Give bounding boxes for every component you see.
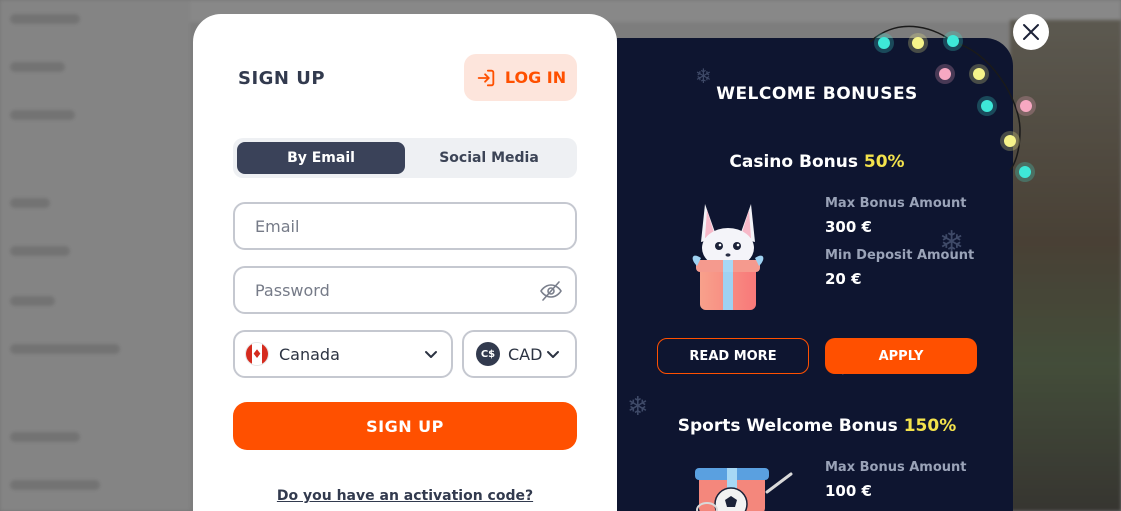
login-button[interactable]: LOG IN (464, 54, 577, 101)
fox-gift-illustration (692, 204, 764, 310)
email-field[interactable] (255, 216, 555, 236)
currency-value: CAD (508, 344, 543, 364)
signup-button[interactable]: SIGN UP (233, 402, 577, 450)
login-icon (477, 69, 495, 86)
chevron-down-icon (425, 351, 437, 358)
casino-min-value: 20 € (825, 270, 862, 288)
tab-social-media[interactable]: Social Media (405, 142, 573, 174)
close-icon (1023, 24, 1039, 40)
sports-bonus-percent: 150% (903, 416, 957, 436)
close-button[interactable] (1013, 14, 1049, 50)
sports-gift-illustration (695, 468, 793, 511)
chevron-down-icon (547, 351, 559, 358)
apply-button[interactable]: APPLY (825, 338, 977, 374)
christmas-lights-decoration (869, 25, 1036, 182)
canada-flag-icon: ♦ (245, 342, 269, 366)
read-more-button[interactable]: READ MORE (657, 338, 809, 374)
password-field-wrapper (233, 266, 577, 314)
signup-method-tabs: By Email Social Media (233, 138, 577, 178)
sports-bonus-name: Sports Welcome Bonus (677, 416, 898, 436)
signup-title: SIGN UP (238, 68, 326, 89)
password-field[interactable] (255, 280, 555, 300)
email-field-wrapper (233, 202, 577, 250)
casino-bonus-name: Casino Bonus (729, 152, 858, 172)
sports-max-value: 100 € (825, 482, 872, 500)
sports-max-label: Max Bonus Amount (825, 460, 967, 475)
login-label: LOG IN (504, 68, 567, 87)
casino-min-label: Min Deposit Amount (825, 248, 975, 263)
signup-card: SIGN UP LOG IN By Email Social Media ♦ C… (193, 14, 617, 511)
currency-select[interactable]: C$ CAD (462, 330, 577, 378)
country-select[interactable]: ♦ Canada (233, 330, 453, 378)
casino-max-value: 300 € (825, 218, 872, 236)
sports-bonus-title: Sports Welcome Bonus 150% (617, 416, 1017, 436)
currency-icon: C$ (476, 342, 500, 366)
eye-slash-icon[interactable] (539, 279, 563, 303)
tab-by-email[interactable]: By Email (237, 142, 405, 174)
snowflake-icon: ❄ (695, 64, 712, 88)
country-value: Canada (279, 344, 340, 364)
activation-code-link[interactable]: Do you have an activation code? (193, 488, 617, 504)
casino-max-label: Max Bonus Amount (825, 196, 967, 211)
